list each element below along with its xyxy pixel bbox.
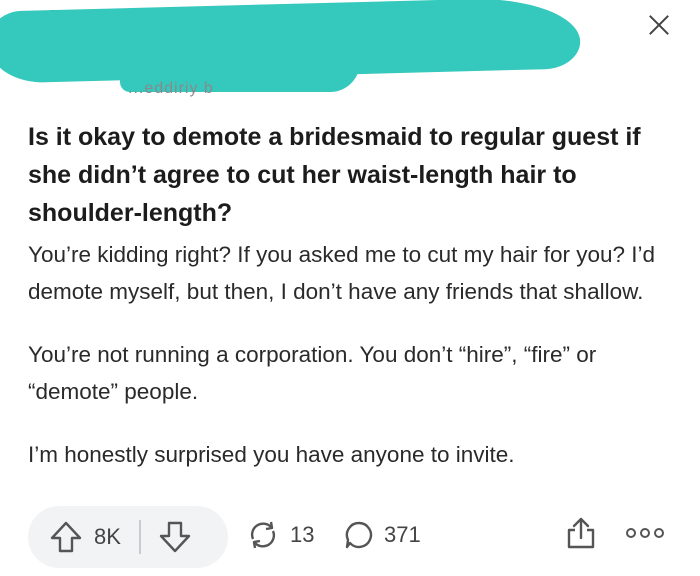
post-body: You’re kidding right? If you asked me to… xyxy=(28,236,678,499)
downvote-button[interactable] xyxy=(159,520,191,554)
close-icon[interactable] xyxy=(646,12,672,38)
crosspost-count: 13 xyxy=(290,522,315,547)
more-icon-dot xyxy=(654,528,664,538)
vote-divider xyxy=(138,520,141,554)
action-bar: 8K 13 371 xyxy=(0,502,700,572)
post-header: ...eddiriy b xyxy=(0,0,700,110)
vote-pill: 8K xyxy=(28,506,228,568)
comment-count: 371 xyxy=(384,522,421,547)
crosspost-icon xyxy=(250,521,276,549)
share-button[interactable] xyxy=(566,516,596,555)
body-paragraph-1: You’re kidding right? If you asked me to… xyxy=(28,242,656,304)
upvote-button[interactable]: 8K xyxy=(50,520,121,554)
crosspost-button[interactable]: 13 xyxy=(246,520,314,550)
post-title: Is it okay to demote a bridesmaid to reg… xyxy=(28,123,641,227)
more-icon xyxy=(626,528,636,538)
share-icon xyxy=(567,517,595,549)
body-paragraph-3: I’m honestly surprised you have anyone t… xyxy=(28,442,515,467)
upvote-icon xyxy=(50,521,82,553)
comments-button[interactable]: 371 xyxy=(344,520,421,550)
subreddit-name-fragment: ...eddiriy b xyxy=(128,80,214,97)
more-icon-dot xyxy=(640,528,650,538)
comment-icon xyxy=(345,521,373,549)
body-paragraph-2: You’re not running a corporation. You do… xyxy=(28,342,597,404)
downvote-icon xyxy=(159,521,191,553)
upvote-count: 8K xyxy=(94,524,121,549)
more-options-button[interactable] xyxy=(626,528,664,538)
